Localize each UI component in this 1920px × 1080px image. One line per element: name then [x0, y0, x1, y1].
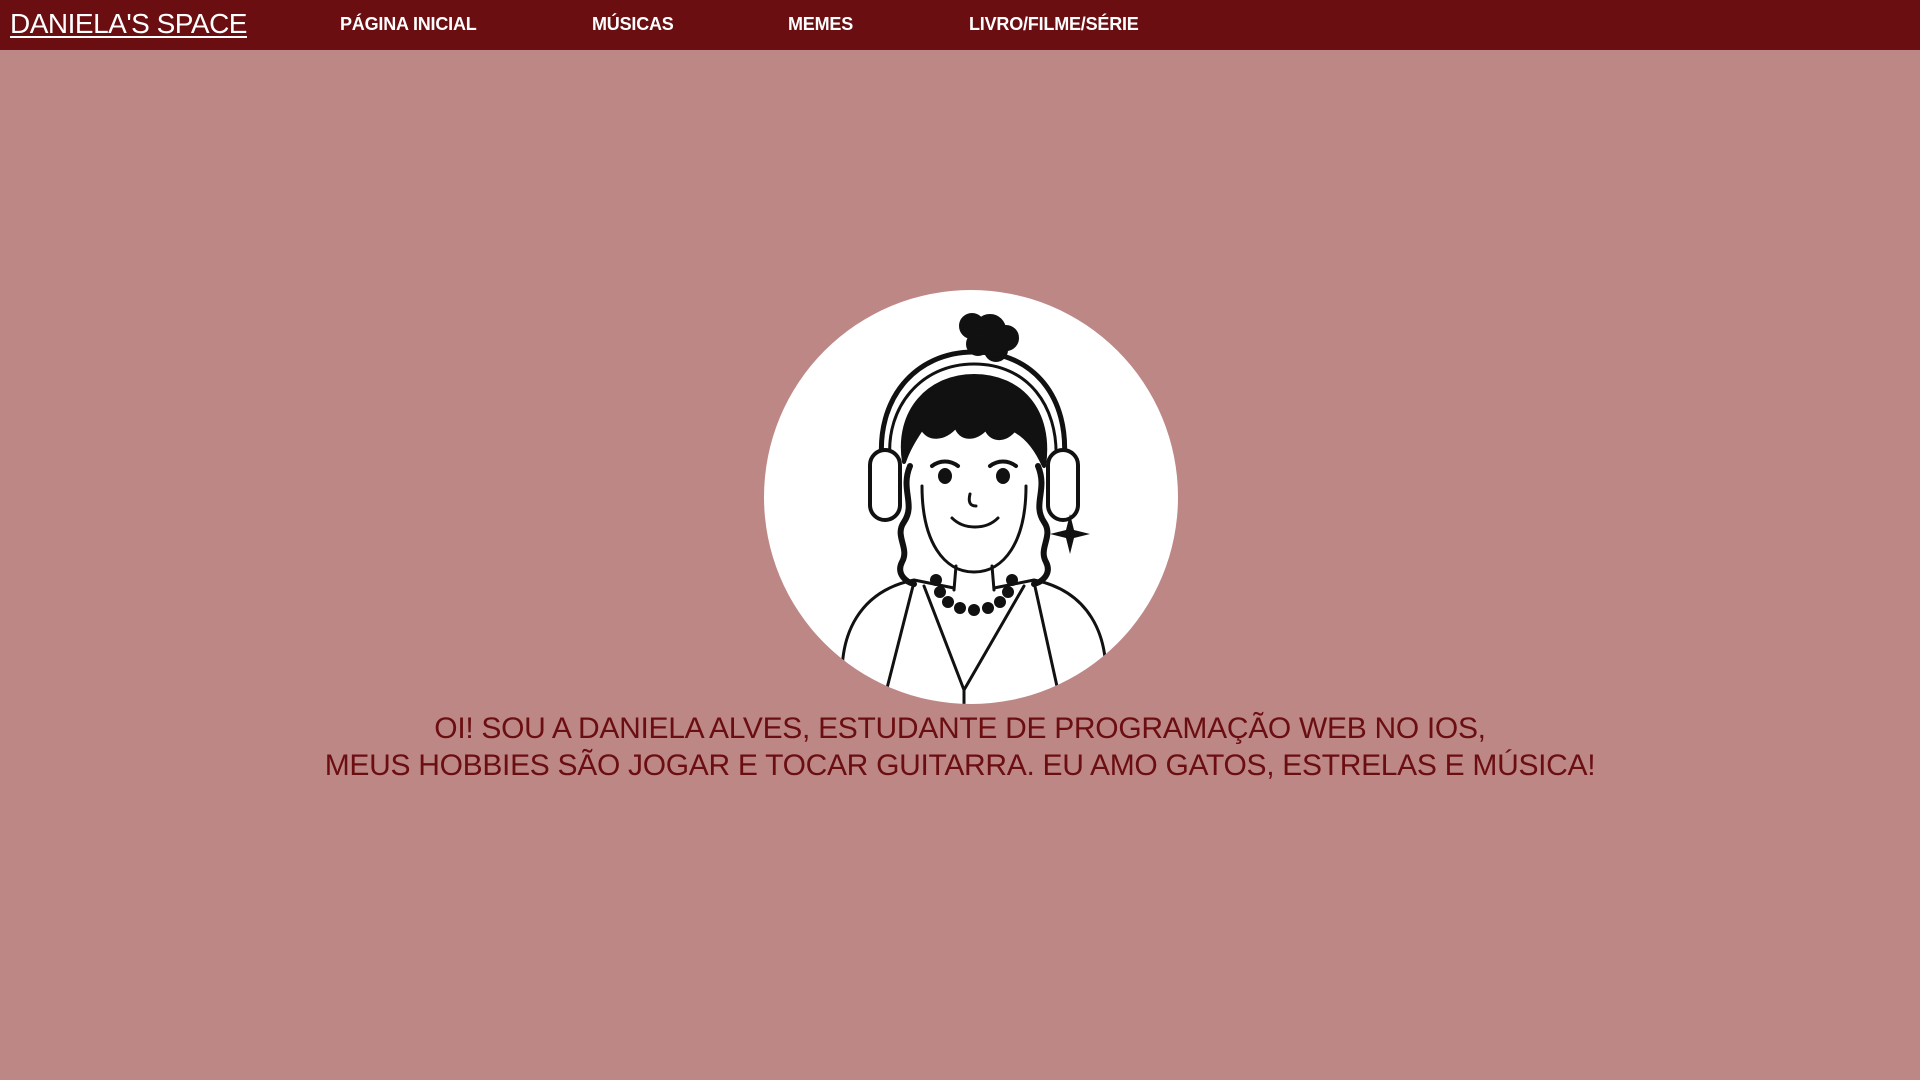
nav-link-musicas[interactable]: MÚSICAS	[592, 15, 674, 33]
brand-link[interactable]: DANIELA'S SPACE	[10, 10, 247, 38]
profile-avatar	[764, 290, 1178, 704]
nav-link-memes[interactable]: MEMES	[788, 15, 853, 33]
nav-link-pagina-inicial[interactable]: PÁGINA INICIAL	[340, 15, 477, 33]
intro-text: OI! SOU A DANIELA ALVES, ESTUDANTE DE PR…	[0, 710, 1920, 784]
intro-line-2: MEUS HOBBIES SÃO JOGAR E TOCAR GUITARRA.…	[324, 749, 1596, 782]
top-navbar: DANIELA'S SPACE PÁGINA INICIAL MÚSICAS M…	[0, 0, 1920, 50]
nav-link-livro-filme-serie[interactable]: LIVRO/FILME/SÉRIE	[969, 15, 1139, 33]
girl-with-headphones-illustration	[840, 313, 1108, 704]
intro-line-1: OI! SOU A DANIELA ALVES, ESTUDANTE DE PR…	[434, 712, 1486, 745]
